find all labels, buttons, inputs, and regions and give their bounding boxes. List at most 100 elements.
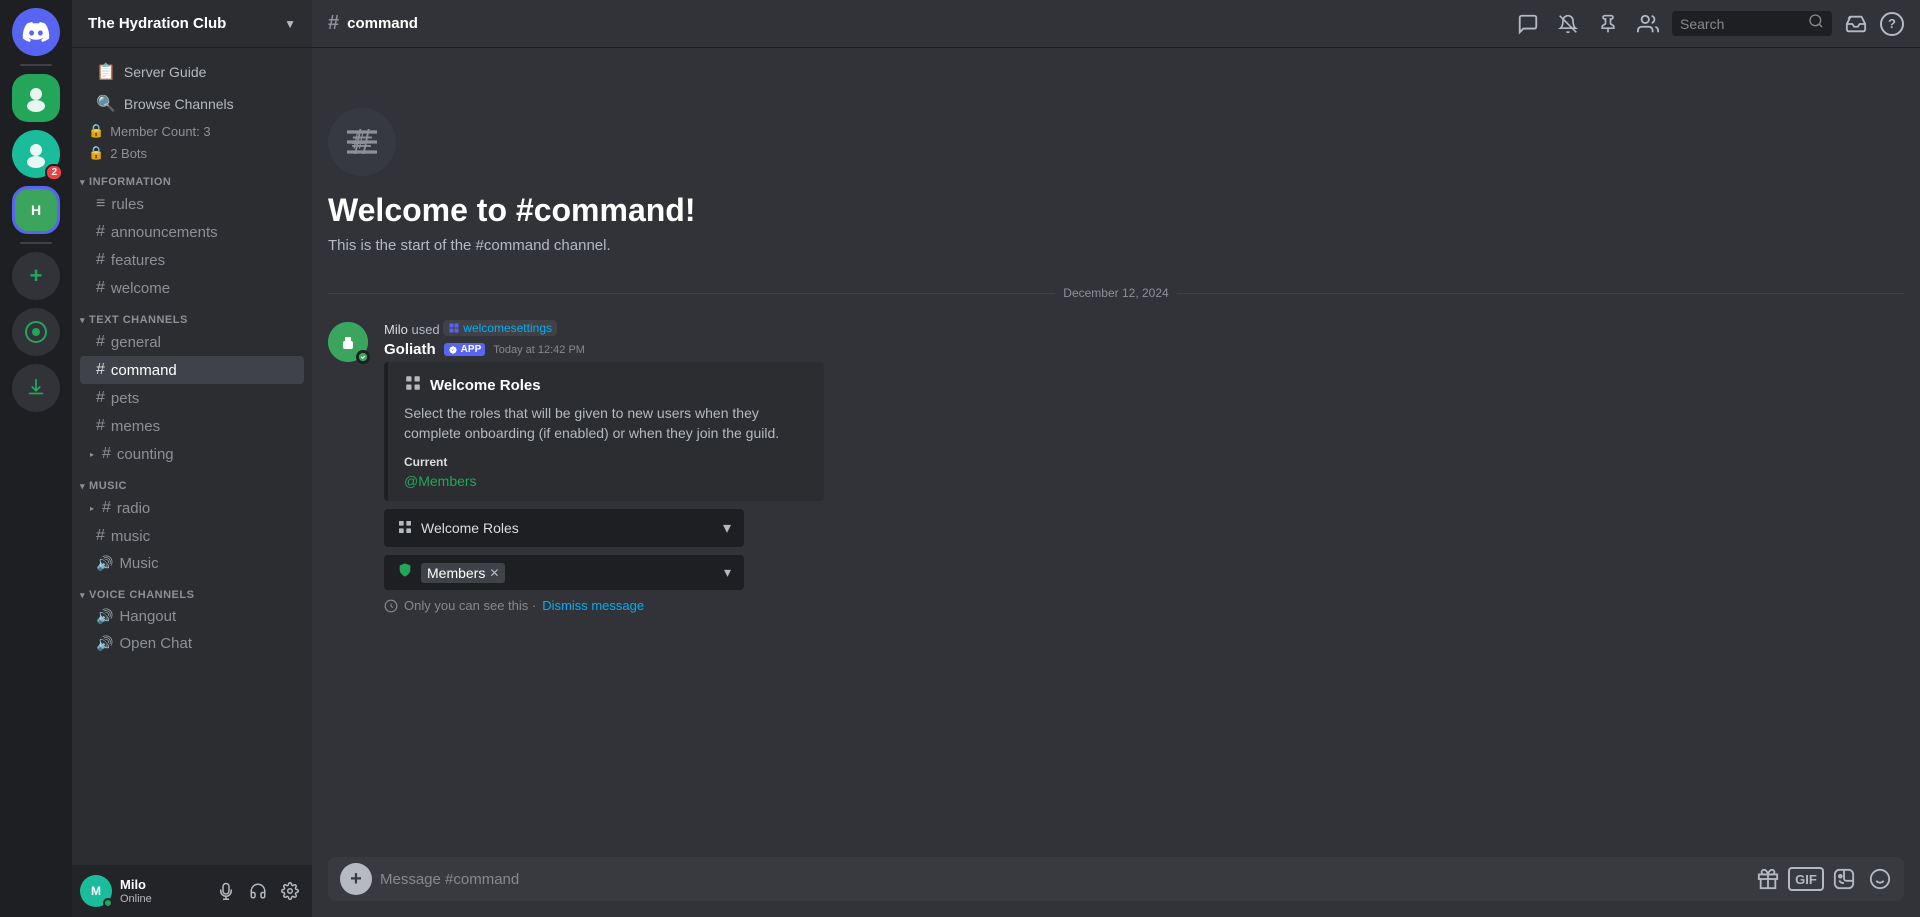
user-status-text: Online xyxy=(120,893,204,905)
text-channels-arrow: ▾ xyxy=(80,315,85,326)
dismiss-link[interactable]: Dismiss message xyxy=(542,598,644,613)
channel-counting-label: counting xyxy=(117,446,174,463)
server-icon-sidebar: 2 H + xyxy=(0,0,72,917)
speaker-icon-openchat: 🔊 xyxy=(96,635,113,652)
message-input[interactable] xyxy=(380,861,1744,898)
user-panel: M Milo Online xyxy=(72,865,312,917)
message-author: Goliath xyxy=(384,341,436,358)
embed-current-label: Current xyxy=(404,455,808,469)
information-section: ▾ INFORMATION ≡ rules # announcements # … xyxy=(72,172,312,302)
lock-icon: 🔒 xyxy=(88,123,104,139)
deafen-button[interactable] xyxy=(244,877,272,905)
collapse-dot: ▸ xyxy=(90,450,94,459)
channel-music[interactable]: # music xyxy=(80,522,304,550)
mute-button[interactable] xyxy=(212,877,240,905)
inbox-button[interactable] xyxy=(1840,8,1872,40)
channel-welcome: # # Welcome to #command! This is the sta… xyxy=(312,48,1920,270)
welcome-channel-icon: # # xyxy=(328,108,396,176)
user-status-indicator xyxy=(103,898,113,908)
voice-channels-category[interactable]: ▾ VOICE CHANNELS xyxy=(72,585,312,603)
information-category[interactable]: ▾ INFORMATION xyxy=(72,172,312,190)
members-tag-chevron: ▾ xyxy=(724,564,731,581)
notifications-button[interactable] xyxy=(1552,8,1584,40)
channel-rules-label: rules xyxy=(111,196,144,213)
main-content: # command ? xyxy=(312,0,1920,917)
message-system-user: Milo xyxy=(384,322,408,337)
remove-members-tag[interactable]: ✕ xyxy=(489,566,499,580)
member-count-item: 🔒 Member Count: 3 xyxy=(80,120,304,142)
topbar-channel-info: # command xyxy=(328,12,418,35)
gift-button[interactable] xyxy=(1752,863,1784,895)
text-channels-category[interactable]: ▾ TEXT CHANNELS xyxy=(72,310,312,328)
embed-current-value: @Members xyxy=(404,473,808,489)
hash-icon-rules: ≡ xyxy=(96,195,105,213)
emoji-button[interactable] xyxy=(1864,863,1896,895)
channel-welcome[interactable]: # welcome xyxy=(80,274,304,302)
browse-channels-item[interactable]: 🔍 Browse Channels xyxy=(80,88,304,120)
discord-home-icon[interactable] xyxy=(12,8,60,56)
music-category[interactable]: ▾ MUSIC xyxy=(72,476,312,494)
server-guide-item[interactable]: 📋 Server Guide xyxy=(80,56,304,88)
pin-button[interactable] xyxy=(1592,8,1624,40)
channel-hangout-label: Hangout xyxy=(119,608,176,625)
server-icon-2[interactable]: 2 xyxy=(12,130,60,178)
channel-announcements[interactable]: # announcements xyxy=(80,218,304,246)
channel-pets[interactable]: # pets xyxy=(80,384,304,412)
threads-button[interactable] xyxy=(1512,8,1544,40)
search-input[interactable] xyxy=(1680,16,1802,32)
members-shield-icon xyxy=(397,562,413,583)
lock-icon-2: 🔒 xyxy=(88,145,104,161)
welcomesettings-link[interactable]: welcomesettings xyxy=(443,322,557,337)
welcome-roles-icon xyxy=(397,519,413,538)
search-bar[interactable] xyxy=(1672,11,1832,36)
channel-command[interactable]: # command xyxy=(80,356,304,384)
channel-sidebar: The Hydration Club ▼ 📋 Server Guide 🔍 Br… xyxy=(72,0,312,917)
server-icon-1[interactable] xyxy=(12,74,60,122)
channel-features[interactable]: # features xyxy=(80,246,304,274)
goliath-avatar xyxy=(328,322,368,362)
message-content-1: Milo used welcomesettings Goliath xyxy=(384,320,1904,613)
user-name: Milo xyxy=(120,877,204,893)
hash-icon-radio: # xyxy=(102,499,111,517)
channel-rules[interactable]: ≡ rules xyxy=(80,190,304,218)
server-header[interactable]: The Hydration Club ▼ xyxy=(72,0,312,48)
members-tag-select[interactable]: Members ✕ ▾ xyxy=(384,555,744,590)
speaker-icon-music: 🔊 xyxy=(96,555,113,572)
topbar-actions: ? xyxy=(1512,8,1904,40)
channel-memes[interactable]: # memes xyxy=(80,412,304,440)
hash-icon-counting: # xyxy=(102,445,111,463)
user-avatar: M xyxy=(80,875,112,907)
channel-radio[interactable]: ▸ # radio xyxy=(80,494,304,522)
settings-button[interactable] xyxy=(276,877,304,905)
server-guide-label: Server Guide xyxy=(124,64,206,80)
welcome-roles-dropdown[interactable]: Welcome Roles ▾ xyxy=(384,509,744,547)
gif-button[interactable]: GIF xyxy=(1788,867,1824,891)
voice-channels-label: VOICE CHANNELS xyxy=(89,589,194,601)
sticker-button[interactable] xyxy=(1828,863,1860,895)
visibility-note: Only you can see this · Dismiss message xyxy=(384,598,1904,613)
user-controls xyxy=(212,877,304,905)
channel-openchat[interactable]: 🔊 Open Chat xyxy=(80,630,304,657)
download-icon[interactable] xyxy=(12,364,60,412)
channel-counting[interactable]: ▸ # counting xyxy=(80,440,304,468)
channel-hangout[interactable]: 🔊 Hangout xyxy=(80,603,304,630)
voice-channels-section: ▾ VOICE CHANNELS 🔊 Hangout 🔊 Open Chat xyxy=(72,585,312,657)
channel-music-voice[interactable]: 🔊 Music xyxy=(80,550,304,577)
date-divider-text: December 12, 2024 xyxy=(1063,286,1168,300)
visibility-prefix: Only you can see this · xyxy=(404,598,536,613)
channel-music-label: music xyxy=(111,528,150,545)
hash-icon-memes: # xyxy=(96,417,105,435)
embed-icon xyxy=(404,374,422,396)
help-button[interactable]: ? xyxy=(1880,12,1904,36)
channel-general[interactable]: # general xyxy=(80,328,304,356)
add-server-icon[interactable]: + xyxy=(12,252,60,300)
members-tag-label: Members xyxy=(427,565,485,581)
topbar-hash-icon: # xyxy=(328,12,339,35)
members-button[interactable] xyxy=(1632,8,1664,40)
topbar-channel-name: command xyxy=(347,15,418,32)
discover-icon[interactable] xyxy=(12,308,60,356)
message-timestamp: Today at 12:42 PM xyxy=(493,344,585,356)
server-icon-hydration[interactable]: H xyxy=(12,186,60,234)
add-attachment-button[interactable]: + xyxy=(340,863,372,895)
hash-icon-welcome: # xyxy=(96,279,105,297)
